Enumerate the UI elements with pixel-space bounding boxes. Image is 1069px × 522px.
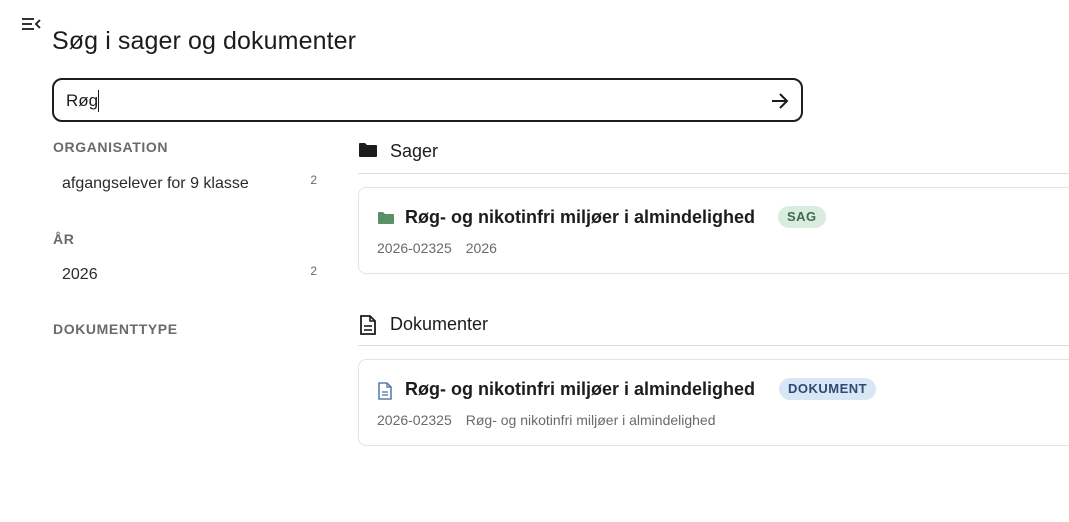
facet-heading-document-type: DOKUMENTTYPE — [53, 321, 178, 337]
section-divider — [358, 345, 1069, 346]
folder-icon — [377, 210, 395, 226]
facet-item-count: 2 — [310, 173, 317, 187]
arrow-right-icon[interactable] — [769, 90, 791, 112]
section-header-cases: Sager — [358, 139, 1069, 163]
result-card-document[interactable]: Røg- og nikotinfri miljøer i almindeligh… — [358, 359, 1069, 446]
case-number: 2026-02325 — [377, 412, 452, 428]
search-box — [52, 78, 803, 122]
type-badge: SAG — [778, 206, 826, 228]
folder-icon — [358, 141, 380, 161]
result-meta: 2026-02325 2026 — [377, 240, 497, 256]
facet-item-label: afgangselever for 9 klasse — [62, 175, 249, 192]
text-cursor — [98, 90, 99, 112]
search-input[interactable] — [66, 89, 746, 113]
facet-item-year[interactable]: 2026 2 — [62, 264, 320, 288]
section-divider — [358, 173, 1069, 174]
section-title: Dokumenter — [390, 314, 489, 334]
result-card-case[interactable]: Røg- og nikotinfri miljøer i almindeligh… — [358, 187, 1069, 274]
section-header-documents: Dokumenter — [358, 312, 1069, 336]
result-title[interactable]: Røg- og nikotinfri miljøer i almindeligh… — [405, 379, 755, 400]
facet-item-count: 2 — [310, 264, 317, 278]
document-icon — [358, 314, 380, 335]
facet-item-label: 2026 — [62, 266, 98, 283]
result-title[interactable]: Røg- og nikotinfri miljøer i almindeligh… — [405, 207, 755, 228]
type-badge: DOKUMENT — [779, 378, 877, 400]
page-title: Søg i sager og dokumenter — [52, 27, 357, 55]
case-year: 2026 — [465, 240, 497, 256]
result-meta: 2026-02325 Røg- og nikotinfri miljøer i a… — [377, 412, 716, 428]
facet-heading-organisation: ORGANISATION — [53, 139, 169, 155]
menu-collapse-icon[interactable] — [20, 16, 42, 34]
facet-heading-year: ÅR — [53, 231, 75, 247]
document-icon — [377, 382, 395, 400]
section-title: Sager — [390, 141, 439, 161]
case-title: Røg- og nikotinfri miljøer i almindeligh… — [465, 412, 716, 428]
facet-item-organisation[interactable]: afgangselever for 9 klasse 2 — [62, 173, 320, 197]
case-number: 2026-02325 — [377, 240, 452, 256]
